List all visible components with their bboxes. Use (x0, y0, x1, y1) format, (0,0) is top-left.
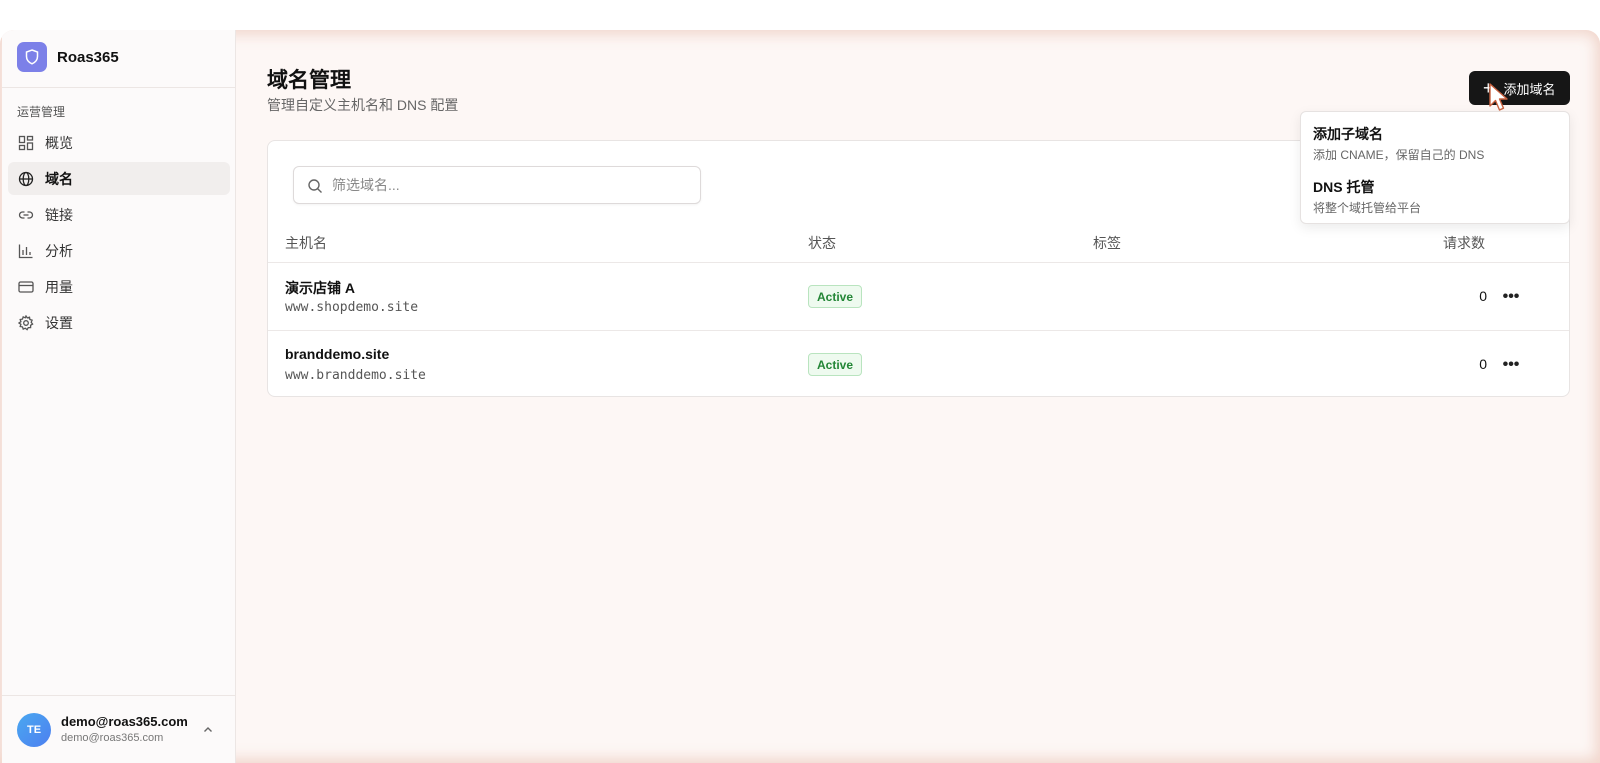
domain-name: branddemo.site (285, 346, 390, 362)
chevron-up-icon[interactable] (202, 724, 214, 736)
menu-item-add-subdomain[interactable]: 添加子域名 添加 CNAME，保留自己的 DNS (1301, 114, 1569, 164)
menu-item-description: 将整个域托管给平台 (1313, 201, 1422, 215)
search-icon (307, 178, 323, 194)
app-name: Roas365 (57, 49, 119, 66)
bar-chart-icon (18, 243, 34, 259)
sidebar-item-label: 分析 (45, 242, 73, 259)
avatar: TE (17, 713, 51, 747)
top-band (0, 0, 1600, 30)
sidebar-item-analytics[interactable]: 分析 (8, 234, 230, 267)
main-content: 域名管理 管理自定义主机名和 DNS 配置 + 添加域名 主机名 状态 标签 请… (237, 30, 1600, 763)
user-name: demo@roas365.com (61, 714, 188, 729)
request-count: 0 (1479, 288, 1487, 304)
domain-name: 演示店铺 A (285, 280, 355, 296)
page-subtitle: 管理自定义主机名和 DNS 配置 (267, 97, 459, 113)
add-domain-menu: 添加子域名 添加 CNAME，保留自己的 DNS DNS 托管 将整个域托管给平… (1300, 111, 1570, 224)
sidebar-item-usage[interactable]: 用量 (8, 270, 230, 303)
more-actions-icon[interactable]: ••• (1501, 287, 1521, 307)
table-row[interactable]: branddemo.site www.branddemo.site Active… (268, 330, 1569, 398)
sidebar-item-label: 域名 (45, 170, 73, 187)
menu-item-dns-hosting[interactable]: DNS 托管 将整个域托管给平台 (1301, 167, 1569, 217)
credit-card-icon (18, 279, 34, 295)
sidebar-item-label: 链接 (45, 206, 73, 223)
globe-icon (18, 171, 34, 187)
column-header-requests: 请求数 (1443, 235, 1485, 251)
app-window: Roas365 运营管理 概览 域名 链接 分析 用量 设置 TE demo@r… (0, 30, 1600, 763)
add-domain-label: 添加域名 (1503, 81, 1556, 97)
sidebar-item-overview[interactable]: 概览 (8, 126, 230, 159)
page-title: 域名管理 (267, 69, 351, 92)
mouse-cursor-icon (1489, 83, 1508, 111)
table-row[interactable]: 演示店铺 A www.shopdemo.site Active 0 ••• (268, 262, 1569, 330)
sidebar: Roas365 运营管理 概览 域名 链接 分析 用量 设置 TE demo@r… (2, 30, 236, 763)
search-box[interactable] (293, 166, 701, 204)
sidebar-nav: 概览 域名 链接 分析 用量 设置 (8, 126, 230, 342)
status-badge: Active (808, 353, 863, 376)
search-input[interactable] (332, 175, 682, 195)
column-header-status: 状态 (808, 235, 836, 251)
gear-icon (18, 314, 34, 331)
domain-host: www.branddemo.site (285, 368, 426, 383)
dashboard-icon (18, 135, 34, 151)
status-badge: Active (808, 285, 863, 308)
menu-item-title: 添加子域名 (1313, 126, 1383, 142)
sidebar-item-domains[interactable]: 域名 (8, 162, 230, 195)
domain-host: www.shopdemo.site (285, 300, 419, 315)
add-domain-button[interactable]: + 添加域名 (1469, 71, 1570, 105)
user-email: demo@roas365.com (61, 732, 164, 744)
shield-icon (17, 42, 47, 72)
more-actions-icon[interactable]: ••• (1501, 355, 1521, 375)
user-menu[interactable]: TE demo@roas365.com demo@roas365.com (2, 695, 236, 763)
menu-item-description: 添加 CNAME，保留自己的 DNS (1313, 148, 1485, 162)
column-header-hostname: 主机名 (285, 235, 327, 251)
sidebar-item-label: 设置 (45, 314, 73, 331)
link-icon (18, 207, 34, 223)
menu-item-title: DNS 托管 (1313, 179, 1375, 195)
column-header-tags: 标签 (1093, 235, 1121, 251)
request-count: 0 (1479, 356, 1487, 372)
sidebar-item-links[interactable]: 链接 (8, 198, 230, 231)
nav-section-label: 运营管理 (17, 105, 66, 119)
sidebar-item-settings[interactable]: 设置 (8, 306, 230, 339)
brand-header: Roas365 (2, 30, 236, 88)
sidebar-item-label: 概览 (45, 134, 73, 151)
sidebar-item-label: 用量 (45, 278, 73, 295)
